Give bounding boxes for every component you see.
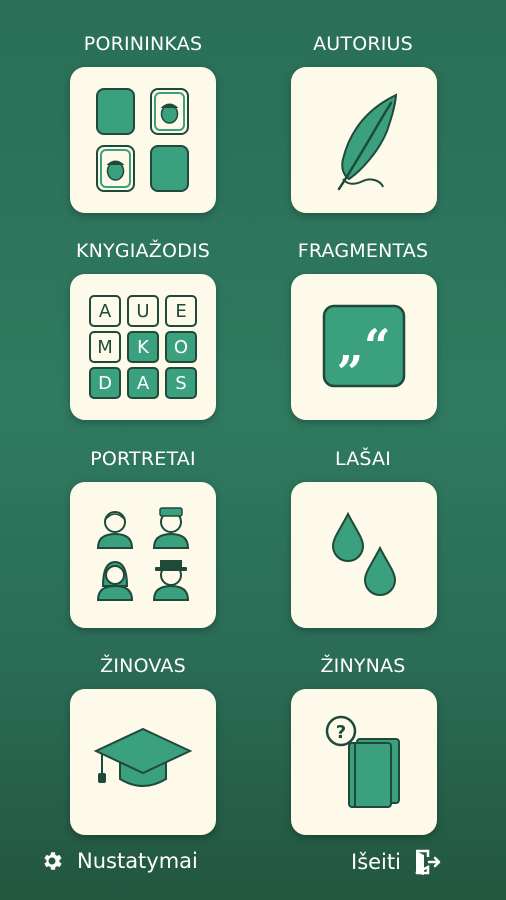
fragmentas-label: FRAGMENTAS xyxy=(297,240,429,262)
settings-button[interactable]: Nustatymai xyxy=(40,849,198,873)
card-pairs-icon xyxy=(96,88,189,192)
settings-label: Nustatymai xyxy=(77,849,198,873)
graduation-cap-icon xyxy=(93,727,193,787)
letter-cell: A xyxy=(99,301,112,322)
quote-glyph: „“ xyxy=(338,319,391,373)
exit-door-icon xyxy=(415,849,441,875)
autorius-tile[interactable] xyxy=(291,67,437,213)
letter-cell: O xyxy=(174,337,188,358)
autorius-label: AUTORIUS xyxy=(313,33,413,55)
quill-feather-icon xyxy=(337,93,398,191)
knygiazodis-label: KNYGIAŽODIS xyxy=(75,240,211,262)
knygiazodis-tile[interactable]: A U E M K O D A S xyxy=(70,274,216,420)
portretai-label: PORTRETAI xyxy=(90,448,196,470)
gear-icon xyxy=(44,852,62,870)
letter-grid-icon: A U E M K O D A S xyxy=(89,295,197,399)
zinynas-label: ŽINYNAS xyxy=(320,655,406,677)
letter-cell: A xyxy=(137,373,150,394)
letter-cell: S xyxy=(175,373,186,394)
portraits-icon xyxy=(96,507,190,601)
fragmentas-tile[interactable]: „“ xyxy=(291,274,437,420)
svg-text:?: ? xyxy=(336,722,346,743)
book-question-icon: ? xyxy=(325,715,400,808)
zinynas-tile[interactable]: ? xyxy=(291,689,437,835)
portretai-tile[interactable] xyxy=(70,482,216,628)
letter-cell: U xyxy=(136,301,149,322)
lasai-tile[interactable] xyxy=(291,482,437,628)
letter-cell: E xyxy=(175,301,186,322)
quote-icon: „“ xyxy=(322,304,406,388)
letter-cell: M xyxy=(97,337,113,358)
letter-cell: D xyxy=(98,373,112,394)
porininkas-tile[interactable] xyxy=(70,67,216,213)
lasai-label: LAŠAI xyxy=(334,448,392,470)
drops-icon xyxy=(331,511,397,596)
porininkas-label: PORININKAS xyxy=(83,33,203,55)
zinovas-label: ŽINOVAS xyxy=(100,655,186,677)
zinovas-tile[interactable] xyxy=(70,689,216,835)
exit-label: Išeiti xyxy=(351,850,401,874)
letter-cell: K xyxy=(137,337,150,358)
exit-button[interactable]: Išeiti xyxy=(351,849,441,875)
